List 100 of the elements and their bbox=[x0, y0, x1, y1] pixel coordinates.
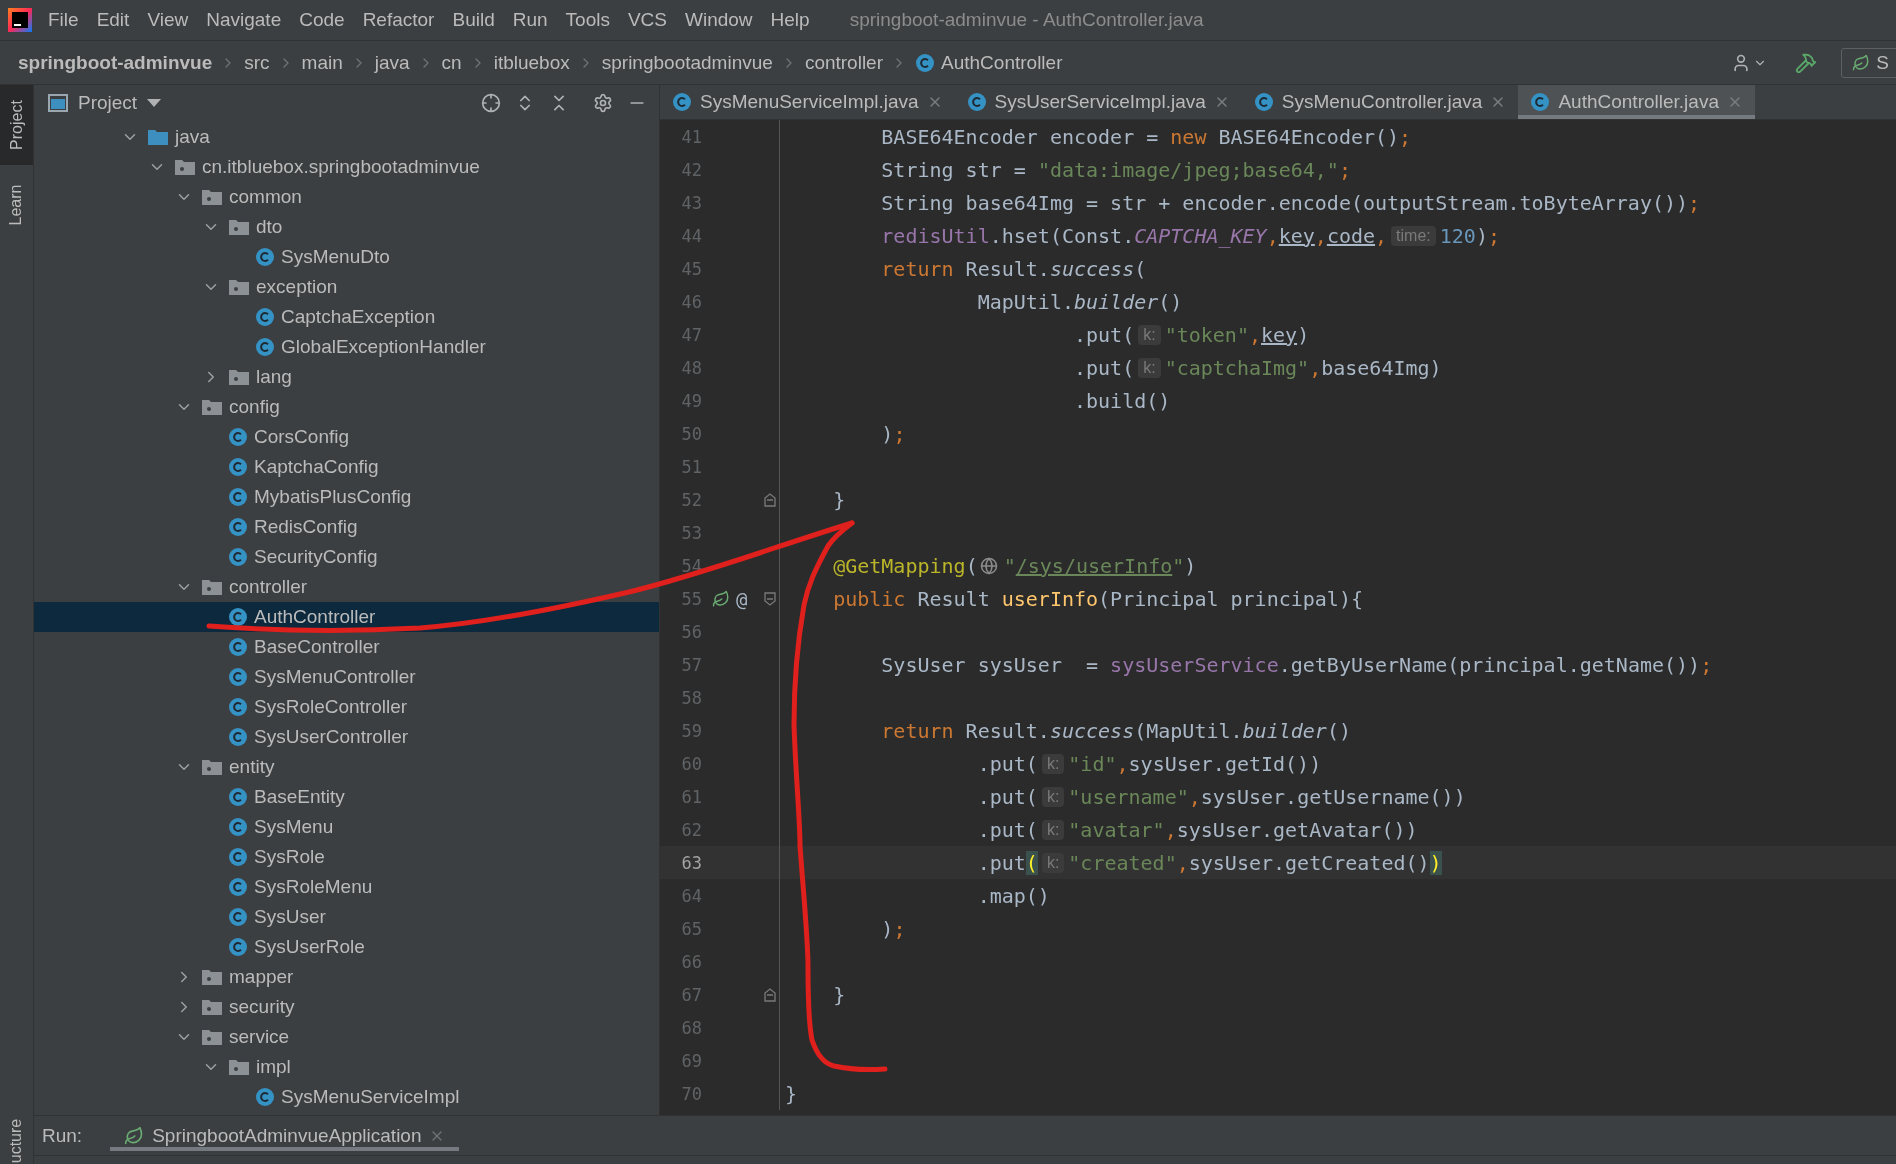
breadcrumb-item[interactable]: springbootadminvue bbox=[599, 49, 775, 76]
tree-item[interactable]: RedisConfig bbox=[34, 512, 659, 542]
tool-window-tab[interactable]: Project bbox=[0, 85, 33, 165]
menu-item[interactable]: Run bbox=[504, 5, 556, 35]
menu-item[interactable]: Help bbox=[762, 5, 818, 35]
breadcrumb-item[interactable]: cn bbox=[439, 49, 464, 76]
code-text: base64Img) bbox=[1321, 355, 1442, 380]
fold-marker-icon[interactable] bbox=[763, 492, 776, 507]
menu-item[interactable]: VCS bbox=[619, 5, 675, 35]
tree-item[interactable]: SysMenuServiceImpl bbox=[34, 1082, 659, 1112]
tree-item[interactable]: CaptchaException bbox=[34, 302, 659, 332]
tree-item[interactable]: MybatisPlusConfig bbox=[34, 482, 659, 512]
menu-item[interactable]: Edit bbox=[88, 5, 138, 35]
code-text: .map() bbox=[976, 883, 1050, 908]
globe-icon[interactable] bbox=[979, 556, 998, 575]
inlay-hint: k: bbox=[1138, 324, 1161, 345]
tree-item[interactable]: SysRoleMenu bbox=[34, 872, 659, 902]
code-text: .hset(Const. bbox=[989, 223, 1135, 248]
tree-item[interactable]: SysRoleController bbox=[34, 692, 659, 722]
menu-item[interactable]: Refactor bbox=[354, 5, 443, 35]
tree-item[interactable]: SysMenu bbox=[34, 812, 659, 842]
folder-icon bbox=[201, 578, 223, 596]
line-number: 60 bbox=[680, 753, 702, 774]
fold-marker-icon[interactable] bbox=[763, 987, 776, 1002]
folder-icon bbox=[228, 1058, 250, 1076]
tree-item[interactable]: security bbox=[34, 992, 659, 1022]
caret-icon bbox=[147, 98, 162, 107]
code-text: () bbox=[1158, 289, 1183, 314]
code-text: , bbox=[1164, 817, 1177, 842]
run-configuration-button[interactable]: S bbox=[1841, 47, 1896, 78]
tree-item[interactable]: entity bbox=[34, 752, 659, 782]
fold-marker-icon[interactable] bbox=[763, 591, 776, 606]
tree-item[interactable]: AuthController bbox=[34, 602, 659, 632]
run-tab[interactable]: SpringbootAdminvueApplication bbox=[110, 1120, 460, 1151]
tree-item[interactable]: mapper bbox=[34, 962, 659, 992]
breadcrumb-item[interactable]: java bbox=[372, 49, 412, 76]
gutter-marker[interactable]: @ bbox=[736, 587, 748, 610]
class-icon bbox=[228, 517, 248, 537]
menu-item[interactable]: Navigate bbox=[198, 5, 290, 35]
line-number: 44 bbox=[680, 225, 702, 246]
line-number: 59 bbox=[680, 720, 702, 741]
tree-item[interactable]: common bbox=[34, 182, 659, 212]
class-icon bbox=[228, 667, 248, 687]
code-text: SysUser sysUser = bbox=[880, 652, 1100, 677]
tree-item[interactable]: exception bbox=[34, 272, 659, 302]
code-text: "username" bbox=[1068, 784, 1189, 809]
menu-item[interactable]: Code bbox=[291, 5, 353, 35]
menu-item[interactable]: File bbox=[40, 5, 87, 35]
tree-item[interactable]: SysUserController bbox=[34, 722, 659, 752]
tree-item[interactable]: SysUserRole bbox=[34, 932, 659, 962]
breadcrumb-item[interactable]: controller bbox=[802, 49, 886, 76]
tree-item[interactable]: BaseController bbox=[34, 632, 659, 662]
line-number: 51 bbox=[680, 456, 702, 477]
breadcrumb-item[interactable]: src bbox=[242, 49, 272, 76]
tree-item[interactable]: CorsConfig bbox=[34, 422, 659, 452]
inlay-hint: k: bbox=[1041, 753, 1065, 774]
breadcrumb-item[interactable]: main bbox=[299, 49, 345, 76]
breadcrumb-item[interactable]: springboot-adminvue bbox=[16, 49, 215, 76]
tree-item[interactable]: cn.itbluebox.springbootadminvue bbox=[34, 152, 659, 182]
tree-item[interactable]: GlobalExceptionHandler bbox=[34, 332, 659, 362]
code-text: code bbox=[1326, 223, 1376, 248]
tree-item[interactable]: impl bbox=[34, 1052, 659, 1082]
leaf-icon[interactable] bbox=[712, 589, 730, 608]
editor-tab[interactable]: SysMenuController.java bbox=[1241, 85, 1519, 119]
breadcrumb-item[interactable]: AuthController bbox=[913, 49, 1065, 76]
tree-item[interactable]: SysRole bbox=[34, 842, 659, 872]
editor-tab[interactable]: SysMenuServiceImpl.java bbox=[660, 85, 955, 119]
line-number: 64 bbox=[680, 885, 702, 906]
breadcrumb-item[interactable]: itbluebox bbox=[491, 49, 572, 76]
menu-item[interactable]: Build bbox=[444, 5, 503, 35]
menu-item[interactable]: View bbox=[139, 5, 197, 35]
code-text: "data:image/jpeg;base64," bbox=[1037, 157, 1339, 182]
tree-item[interactable]: SysUser bbox=[34, 902, 659, 932]
line-number: 54 bbox=[680, 555, 702, 576]
class-icon bbox=[966, 92, 987, 112]
editor-tab[interactable]: AuthController.java bbox=[1518, 85, 1755, 119]
run-label: Run: bbox=[42, 1124, 83, 1147]
tree-item[interactable]: SysMenuController bbox=[34, 662, 659, 692]
view-selector[interactable]: Project bbox=[48, 91, 162, 114]
editor-tab[interactable]: SysUserServiceImpl.java bbox=[954, 85, 1242, 119]
tree-item[interactable]: SysMenuDto bbox=[34, 242, 659, 272]
code-text: 120 bbox=[1439, 223, 1476, 248]
code-text: ; bbox=[1399, 124, 1412, 149]
code-text: ( bbox=[965, 553, 978, 578]
tree-item[interactable]: BaseEntity bbox=[34, 782, 659, 812]
code-text: , bbox=[1248, 322, 1261, 347]
tree-item[interactable]: SecurityConfig bbox=[34, 542, 659, 572]
tool-window-tab[interactable]: ucture bbox=[0, 1118, 33, 1164]
tool-window-tab[interactable]: Learn bbox=[0, 165, 33, 245]
tree-item[interactable]: dto bbox=[34, 212, 659, 242]
tree-item[interactable]: service bbox=[34, 1022, 659, 1052]
menu-item[interactable]: Tools bbox=[557, 5, 618, 35]
line-number: 57 bbox=[680, 654, 702, 675]
tree-item[interactable]: KaptchaConfig bbox=[34, 452, 659, 482]
tree-item[interactable]: java bbox=[34, 122, 659, 152]
tree-item[interactable]: config bbox=[34, 392, 659, 422]
tree-item[interactable]: controller bbox=[34, 572, 659, 602]
tree-item[interactable]: lang bbox=[34, 362, 659, 392]
menu-item[interactable]: Window bbox=[677, 5, 761, 35]
class-icon bbox=[228, 427, 248, 447]
